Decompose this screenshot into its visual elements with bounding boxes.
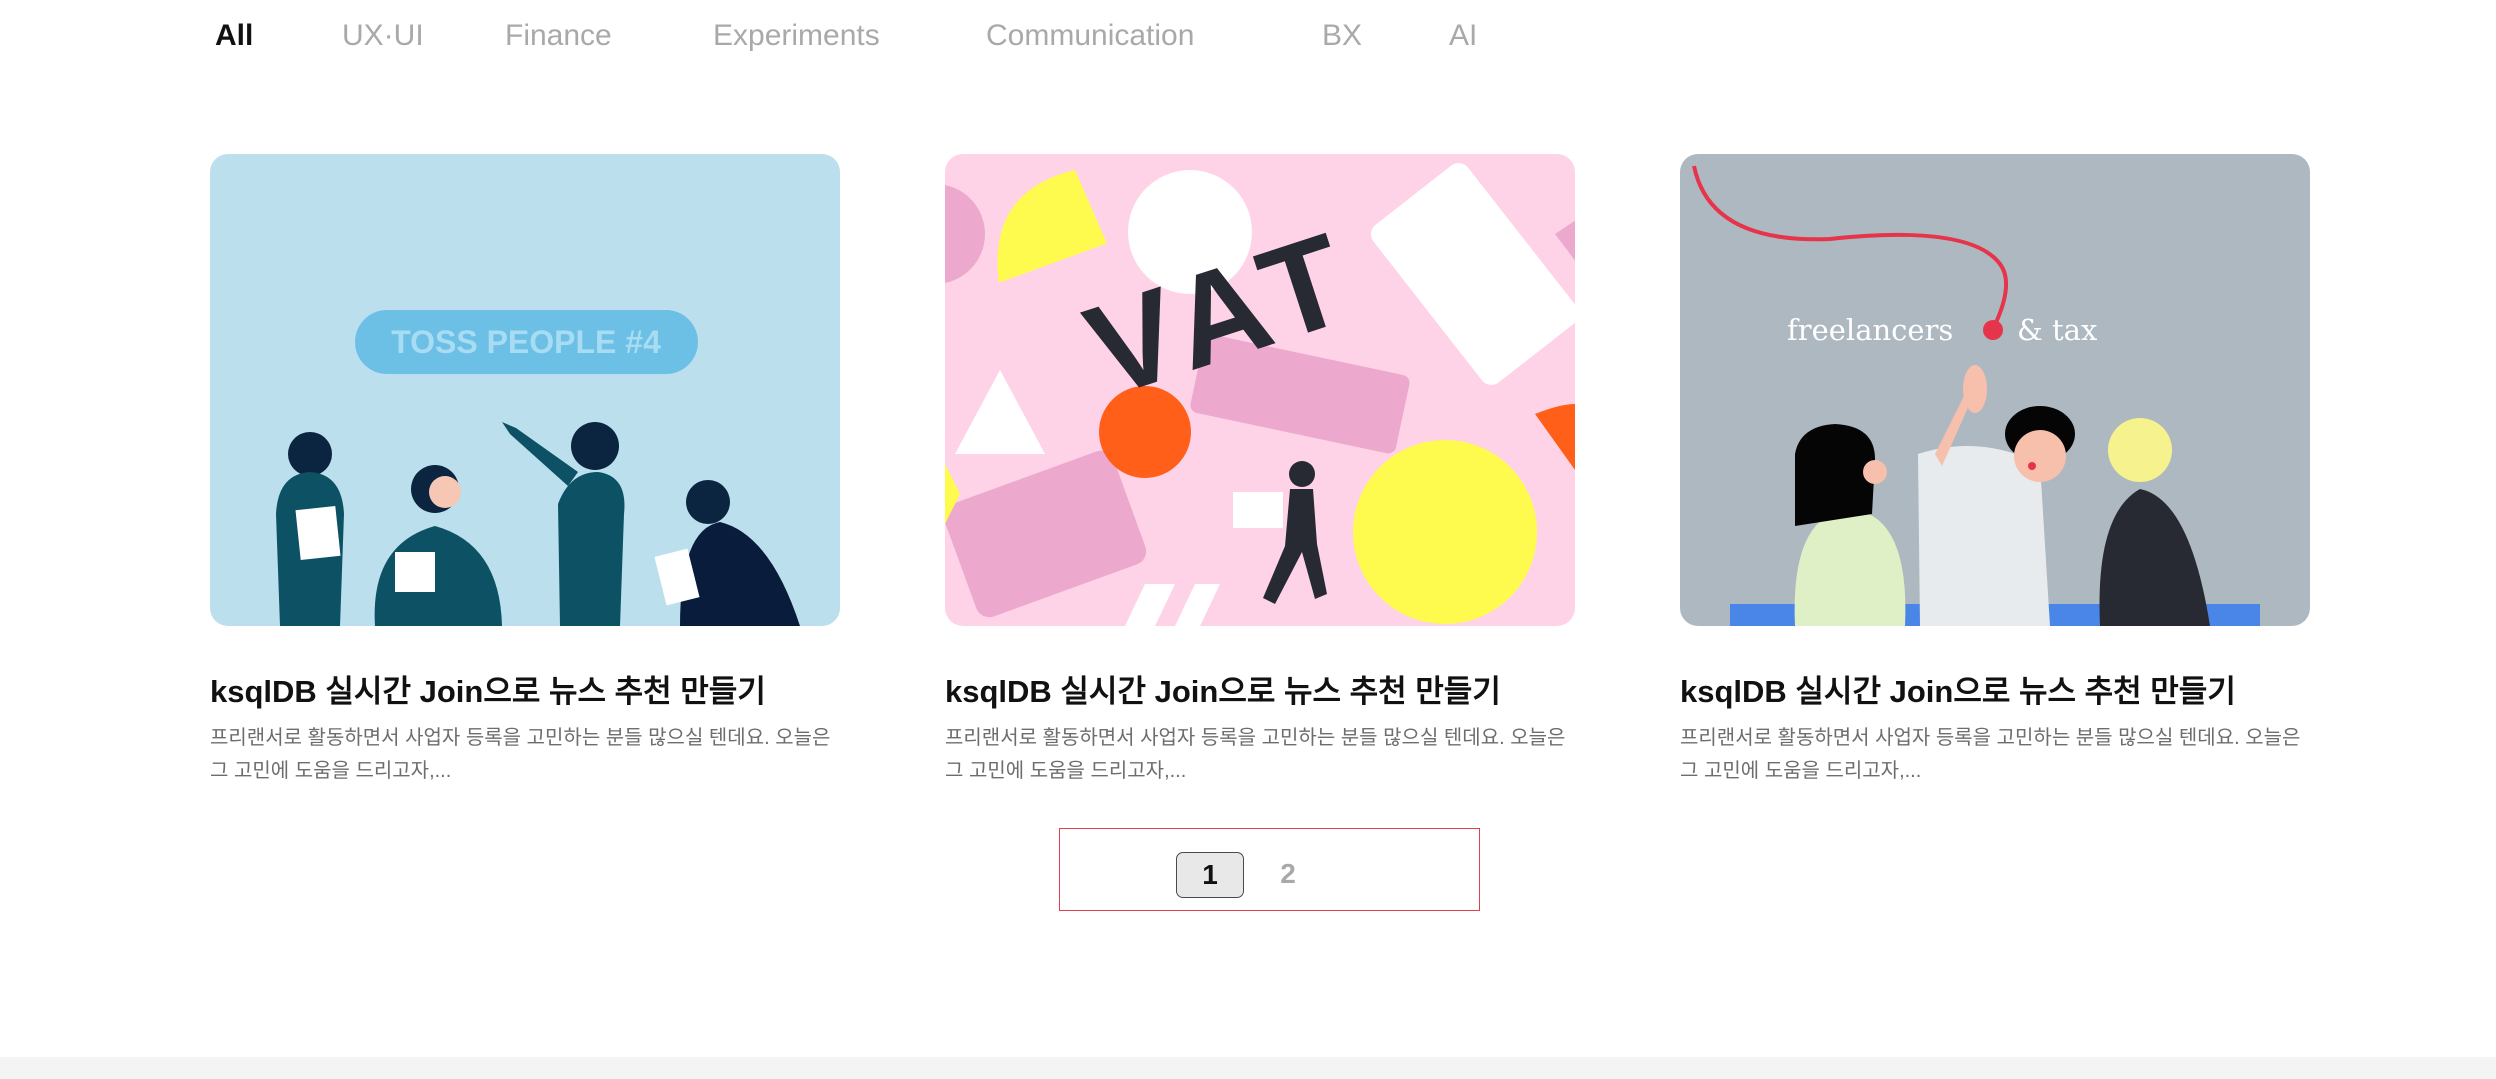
tab-finance[interactable]: Finance: [505, 14, 612, 58]
article-card[interactable]: TOSS PEOPLE #4 ksqlDB 실시간 Join으로 뉴스 추천 만…: [210, 154, 840, 788]
article-title[interactable]: ksqlDB 실시간 Join으로 뉴스 추천 만들기: [1680, 672, 2310, 712]
page-button-current[interactable]: 1: [1176, 852, 1244, 898]
thumbnail-caption: TOSS PEOPLE #4: [391, 324, 661, 360]
article-description: 프리랜서로 활동하면서 사업자 등록을 고민하는 분들 많으실 텐데요. 오늘은…: [945, 727, 1566, 782]
tab-communication[interactable]: Communication: [986, 14, 1194, 58]
article-title[interactable]: ksqlDB 실시간 Join으로 뉴스 추천 만들기: [945, 672, 1575, 712]
tab-ai[interactable]: AI: [1449, 14, 1477, 58]
tab-experiments[interactable]: Experiments: [713, 14, 880, 58]
article-thumbnail[interactable]: VAT: [945, 154, 1575, 626]
freelancers-tax-illustration: freelancers & tax: [1680, 154, 2310, 626]
thumbnail-caption-right: & tax: [2017, 313, 2097, 347]
article-thumbnail[interactable]: TOSS PEOPLE #4: [210, 154, 840, 626]
article-card[interactable]: freelancers & tax ksqlDB 실시간 Join으로 뉴스 추…: [1680, 154, 2310, 788]
article-description: 프리랜서로 활동하면서 사업자 등록을 고민하는 분들 많으실 텐데요. 오늘은…: [1680, 727, 2301, 782]
tab-all[interactable]: All: [215, 14, 253, 58]
article-title[interactable]: ksqlDB 실시간 Join으로 뉴스 추천 만들기: [210, 672, 840, 712]
pagination: 1 2: [1059, 828, 1480, 911]
article-description: 프리랜서로 활동하면서 사업자 등록을 고민하는 분들 많으실 텐데요. 오늘은…: [210, 727, 831, 782]
tab-ux-ui[interactable]: UX·UI: [342, 14, 424, 58]
vat-illustration: VAT: [945, 154, 1575, 626]
tab-bx[interactable]: BX: [1322, 14, 1362, 58]
toss-people-illustration: TOSS PEOPLE #4: [210, 154, 840, 626]
article-thumbnail[interactable]: freelancers & tax: [1680, 154, 2310, 626]
article-card[interactable]: VAT ksqlDB 실시간 Join으로 뉴스 추천 만들기 프리랜서로 활동…: [945, 154, 1575, 788]
page-button[interactable]: 2: [1254, 852, 1322, 898]
footer-divider: [0, 1057, 2496, 1079]
page: All UX·UI Finance Experiments Communicat…: [0, 0, 2496, 1079]
thumbnail-caption-left: freelancers: [1787, 313, 1953, 347]
